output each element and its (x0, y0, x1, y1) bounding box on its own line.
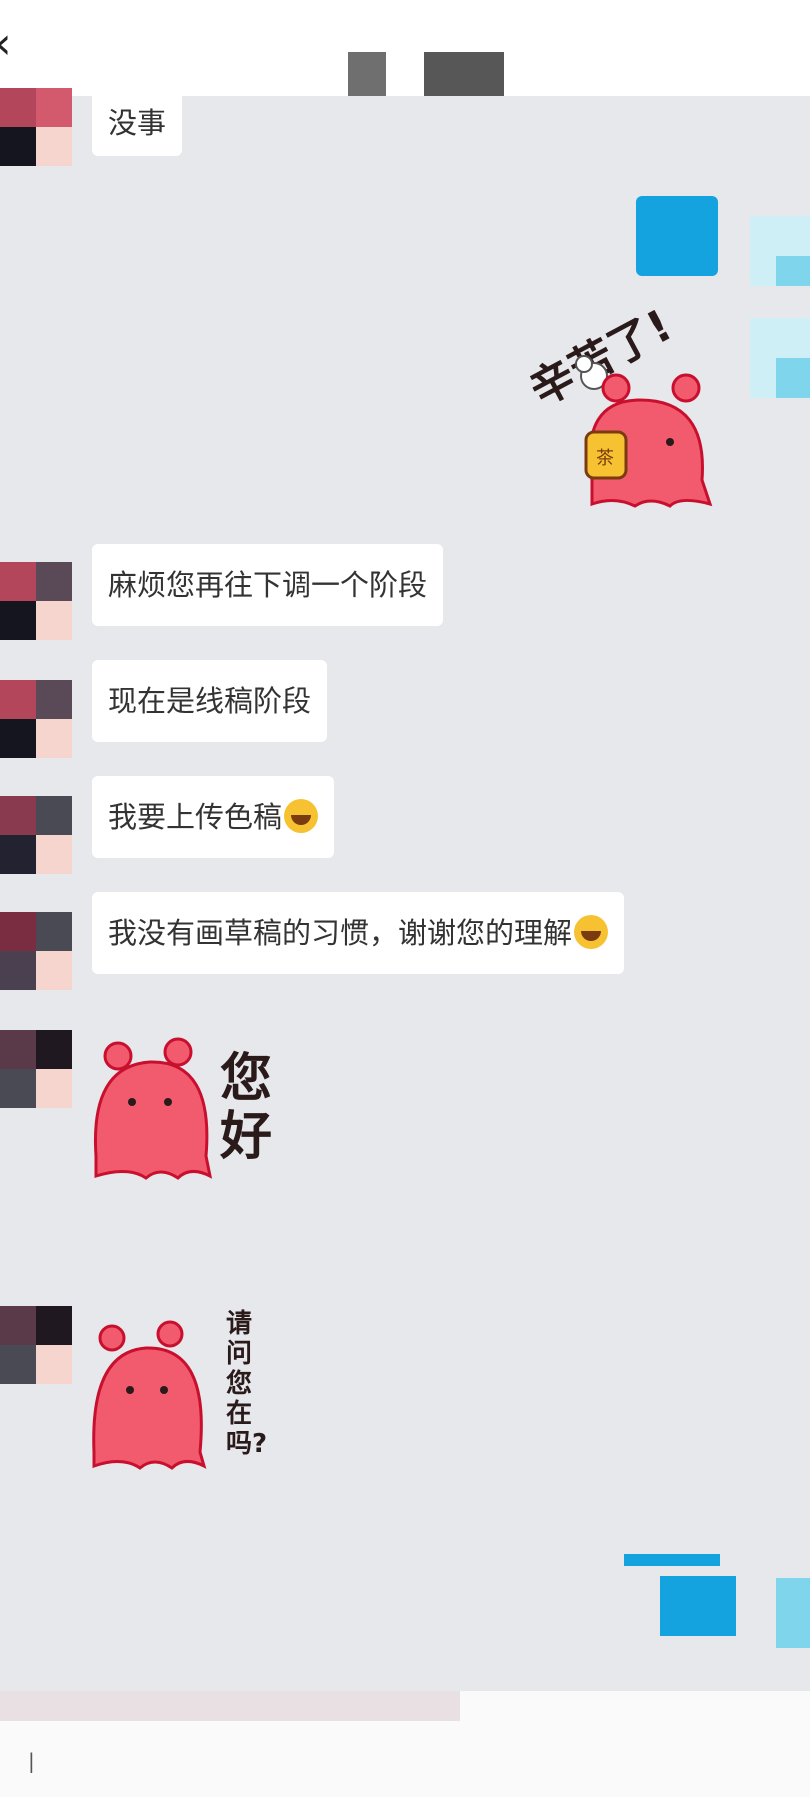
tea-label: 茶 (596, 448, 614, 469)
avatar[interactable] (0, 562, 72, 640)
ghost-tea-sticker: 辛苦了! 茶 (522, 300, 713, 508)
avatar[interactable] (0, 680, 72, 758)
avatar[interactable] (0, 796, 72, 874)
redacted-avatar-part (776, 358, 810, 398)
sticker-message[interactable]: 请 问 您 在 吗? (90, 1302, 290, 1472)
ghost-hello-sticker: 您 好 (93, 1037, 272, 1180)
sticker-message[interactable]: 您 好 (90, 1026, 290, 1186)
top-bar: ‹ (0, 0, 810, 96)
message-bubble[interactable]: 麻烦您再往下调一个阶段 (92, 544, 444, 626)
redacted-image[interactable] (636, 196, 718, 276)
chat-area: 没事 辛苦了! 茶 麻烦您再往下调一个阶段 现在是线稿阶段 我要上传色稿 我没有… (0, 88, 810, 1696)
redacted-strip (0, 1691, 460, 1721)
sticker-message[interactable]: 辛苦了! 茶 (520, 300, 720, 510)
title-redacted-block (424, 52, 504, 96)
sticker-caption-line: 问 (226, 1339, 252, 1369)
message-text: 麻烦您再往下调一个阶段 (108, 568, 428, 602)
redacted-image (624, 1554, 720, 1566)
message-text: 没事 (108, 106, 167, 140)
message-text: 现在是线稿阶段 (108, 684, 312, 718)
avatar[interactable] (0, 88, 72, 166)
sticker-caption-line: 在 (226, 1399, 252, 1429)
message-bubble[interactable]: 我没有画草稿的习惯，谢谢您的理解 (92, 892, 625, 974)
grinning-emoji-icon (574, 915, 609, 949)
avatar[interactable] (0, 1306, 72, 1384)
message-bubble[interactable]: 我要上传色稿 (92, 776, 335, 858)
redacted-image[interactable] (660, 1576, 736, 1636)
redacted-avatar[interactable] (776, 1578, 810, 1648)
grinning-emoji-icon (284, 799, 319, 833)
text-cursor[interactable]: | (28, 1749, 35, 1773)
sticker-caption-line: 您 (226, 1368, 252, 1399)
message-bubble[interactable]: 没事 (92, 90, 183, 156)
avatar[interactable] (0, 912, 72, 990)
sticker-caption-line: 请 (226, 1309, 252, 1339)
chevron-left-icon[interactable]: ‹ (0, 22, 12, 66)
ghost-asking-sticker: 请 问 您 在 吗? (92, 1309, 267, 1470)
redacted-avatar-part (776, 256, 810, 286)
message-text: 我没有画草稿的习惯，谢谢您的理解 (108, 916, 573, 950)
sticker-caption-line: 好 (219, 1107, 272, 1167)
avatar[interactable] (0, 1030, 72, 1108)
title-redacted-block (348, 52, 386, 96)
message-text: 我要上传色稿 (108, 800, 283, 834)
sticker-caption-line: 您 (220, 1049, 272, 1109)
input-area[interactable]: | (0, 1691, 810, 1797)
message-bubble[interactable]: 现在是线稿阶段 (92, 660, 328, 742)
sticker-caption-line: 吗? (226, 1429, 267, 1459)
